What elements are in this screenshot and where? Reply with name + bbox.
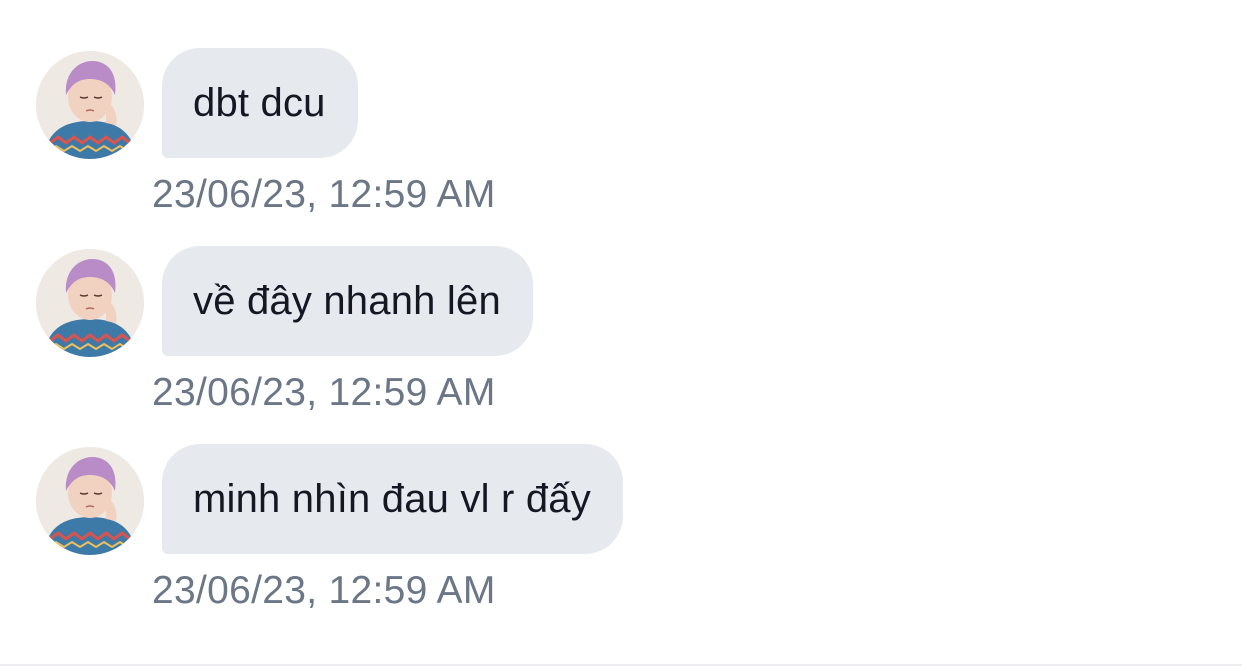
message-thread: dbt dcu 23/06/23, 12:59 AM về đây nhanh … bbox=[0, 0, 1242, 666]
message-timestamp: 23/06/23, 12:59 AM bbox=[152, 371, 496, 414]
message-bubble[interactable]: dbt dcu bbox=[162, 48, 358, 158]
profile-photo-icon bbox=[36, 447, 144, 555]
profile-photo-icon bbox=[36, 51, 144, 159]
message-timestamp: 23/06/23, 12:59 AM bbox=[152, 569, 496, 612]
message-bubble[interactable]: về đây nhanh lên bbox=[162, 246, 533, 356]
message-row: về đây nhanh lên 23/06/23, 12:59 AM bbox=[0, 246, 1242, 436]
avatar[interactable] bbox=[36, 249, 144, 357]
message-bubble[interactable]: minh nhìn đau vl r đấy bbox=[162, 444, 623, 554]
profile-photo-icon bbox=[36, 249, 144, 357]
avatar[interactable] bbox=[36, 51, 144, 159]
message-row: dbt dcu 23/06/23, 12:59 AM bbox=[0, 48, 1242, 238]
message-timestamp: 23/06/23, 12:59 AM bbox=[152, 173, 496, 216]
message-row: minh nhìn đau vl r đấy 23/06/23, 12:59 A… bbox=[0, 444, 1242, 634]
avatar[interactable] bbox=[36, 447, 144, 555]
